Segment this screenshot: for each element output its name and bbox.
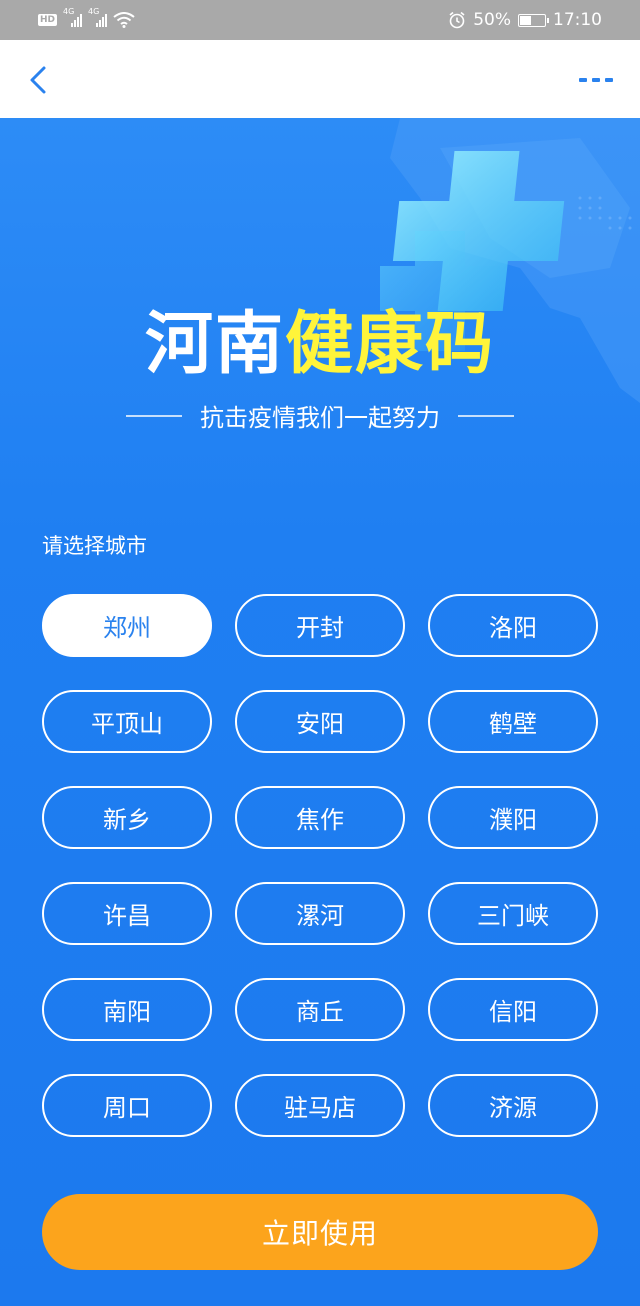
city-button[interactable]: 焦作 <box>235 786 405 849</box>
city-select-label: 请选择城市 <box>42 534 147 558</box>
slogan: 抗击疫情我们一起努力 <box>0 398 640 433</box>
city-button[interactable]: 周口 <box>42 1074 212 1137</box>
divider-right <box>458 414 514 417</box>
city-button[interactable]: 南阳 <box>42 978 212 1041</box>
status-time: 17:10 <box>553 10 602 30</box>
hero-section: 河南健康码 抗击疫情我们一起努力 请选择城市 郑州 开封 洛阳平顶山 安阳 鹤壁新乡 焦作… <box>0 118 640 1306</box>
city-button[interactable]: 商丘 <box>235 978 405 1041</box>
signal-icon: 4G <box>88 7 108 27</box>
status-right: 50% 17:10 <box>448 0 602 40</box>
more-button[interactable] <box>574 60 618 100</box>
title-region: 河南 <box>144 305 285 384</box>
city-button[interactable]: 新乡 <box>42 786 212 849</box>
battery-icon <box>518 13 549 27</box>
city-button[interactable]: 濮阳 <box>428 786 598 849</box>
title-health-code: 健康码 <box>285 305 496 384</box>
alarm-icon <box>449 11 465 29</box>
city-button[interactable]: 驻马店 <box>235 1074 405 1137</box>
status-left: HD 4G 4G <box>38 0 135 40</box>
city-button[interactable]: 许昌 <box>42 882 212 945</box>
city-button[interactable]: 信阳 <box>428 978 598 1041</box>
divider-left <box>126 414 182 417</box>
more-dots-icon <box>579 78 613 82</box>
back-button[interactable] <box>18 60 58 100</box>
city-button[interactable]: 平顶山 <box>42 690 212 753</box>
nav-bar <box>0 40 640 118</box>
city-button[interactable]: 郑州 <box>42 594 212 657</box>
chevron-left-icon <box>30 66 46 94</box>
city-button[interactable]: 洛阳 <box>428 594 598 657</box>
city-button[interactable]: 开封 <box>235 594 405 657</box>
wifi-icon <box>113 12 135 28</box>
city-button[interactable]: 漯河 <box>235 882 405 945</box>
page-title: 河南健康码 <box>0 288 640 387</box>
network-type-label: 4G <box>88 7 100 16</box>
signal-icon: 4G <box>63 7 83 27</box>
slogan-text: 抗击疫情我们一起努力 <box>200 404 440 432</box>
city-button[interactable]: 济源 <box>428 1074 598 1137</box>
use-now-button[interactable]: 立即使用 <box>42 1194 598 1270</box>
network-type-label: 4G <box>63 7 75 16</box>
city-button[interactable]: 三门峡 <box>428 882 598 945</box>
status-bar: HD 4G 4G 50% 17:10 <box>0 0 640 40</box>
city-button[interactable]: 安阳 <box>235 690 405 753</box>
city-button[interactable]: 鹤壁 <box>428 690 598 753</box>
city-grid: 郑州 开封 洛阳平顶山 安阳 鹤壁新乡 焦作 濮阳许昌 漯河 三门峡南阳 商丘 信阳周口 驻马店 济源 <box>42 594 598 1137</box>
battery-percent: 50% <box>473 10 511 30</box>
hd-icon: HD <box>38 14 58 26</box>
